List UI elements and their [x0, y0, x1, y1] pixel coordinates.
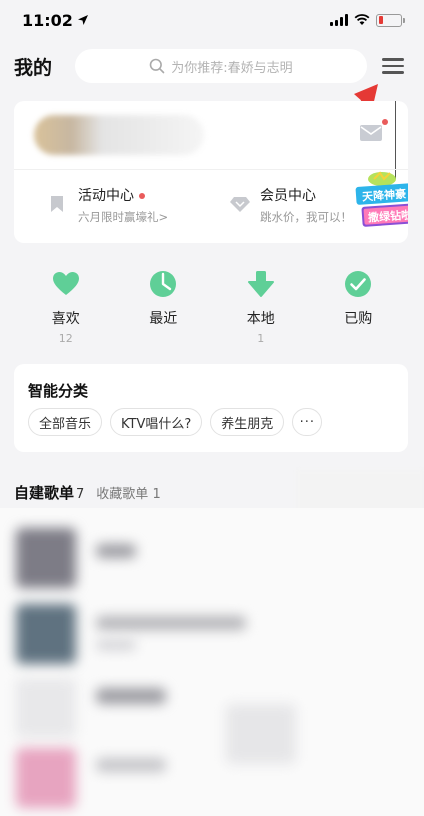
tab-collected-playlists[interactable]: 收藏歌单 1 [96, 483, 160, 502]
activity-center-entry[interactable]: 活动中心 六月限时赢壕礼> [48, 181, 218, 227]
profile-card: 活动中心 六月限时赢壕礼> 会员中心 跳水价，我可以！ 天降神豪 撒绿钻啦 [14, 101, 408, 243]
blurred-playlist-list [0, 508, 424, 816]
more-chips-button[interactable]: ··· [292, 408, 323, 436]
playlist-cover-blurred[interactable] [16, 604, 76, 664]
annotation-line [395, 101, 396, 179]
smart-category-card: 智能分类 全部音乐 KTV唱什么? 养生朋克 ··· [14, 364, 408, 452]
quick-action-label: 本地 [246, 311, 275, 327]
hamburger-menu-icon[interactable] [380, 53, 406, 79]
playlist-title-blurred [96, 544, 136, 558]
chip-ktv[interactable]: KTV唱什么? [110, 408, 203, 436]
download-icon [247, 271, 274, 297]
search-placeholder: 为你推荐:春娇与志明 [171, 60, 293, 76]
quick-action-recent[interactable]: 最近 [115, 270, 213, 350]
quick-action-count: 12 [58, 332, 73, 345]
playlist-title-blurred [96, 758, 166, 772]
cellular-signal-icon [330, 14, 348, 26]
quick-action-label: 最近 [149, 311, 178, 327]
diamond-icon [230, 197, 250, 212]
quick-action-label: 喜欢 [51, 311, 80, 327]
tab-created-playlists[interactable]: 自建歌单 7 [14, 482, 84, 503]
page-title: 我的 [14, 56, 53, 79]
playlist-title-blurred [96, 616, 246, 630]
playlist-subtitle-blurred [96, 640, 136, 650]
clock-icon [150, 271, 177, 297]
activity-center-title: 活动中心 [78, 185, 145, 205]
quick-action-label: 已购 [344, 311, 373, 327]
activity-center-subtitle: 六月限时赢壕礼> [78, 210, 169, 224]
blurred-block [226, 704, 296, 764]
chip-punk[interactable]: 养生朋克 [210, 408, 285, 436]
playlist-cover-blurred[interactable] [16, 528, 76, 588]
vip-center-subtitle: 跳水价，我可以！ [260, 210, 352, 224]
smart-category-title: 智能分类 [28, 382, 89, 400]
check-icon [345, 271, 372, 297]
wifi-icon [354, 14, 370, 25]
quick-actions-row: 喜欢 12 最近 本地 1 已购 [17, 270, 407, 350]
heart-icon [52, 272, 79, 295]
vip-promo-badge[interactable]: 天降神豪 撒绿钻啦 [354, 169, 408, 231]
quick-action-like[interactable]: 喜欢 12 [17, 270, 115, 350]
category-chips: 全部音乐 KTV唱什么? 养生朋克 ··· [28, 408, 323, 436]
mail-icon[interactable] [360, 125, 382, 141]
quick-action-purchased[interactable]: 已购 [310, 270, 408, 350]
chip-all-music[interactable]: 全部音乐 [28, 408, 103, 436]
location-arrow-icon [77, 15, 88, 25]
status-indicators [330, 13, 405, 27]
battery-level-fill [378, 16, 383, 24]
activity-red-dot [139, 193, 145, 199]
notification-dot [382, 119, 388, 125]
status-time: 11:02 [22, 10, 73, 30]
playlist-title-blurred [96, 688, 166, 704]
bookmark-icon [51, 196, 63, 212]
search-icon [149, 58, 165, 74]
status-bar: 11:02 [0, 0, 424, 40]
user-profile-blurred[interactable] [34, 115, 204, 155]
playlist-cover-blurred[interactable] [16, 748, 76, 808]
playlist-tabs: 自建歌单 7 收藏歌单 1 [14, 482, 161, 503]
vip-center-title: 会员中心 [260, 188, 316, 204]
divider [14, 169, 408, 170]
playlist-cover-blurred[interactable] [16, 678, 76, 738]
battery-icon [376, 13, 405, 27]
quick-action-local[interactable]: 本地 1 [212, 270, 310, 350]
quick-action-count: 1 [257, 332, 265, 345]
